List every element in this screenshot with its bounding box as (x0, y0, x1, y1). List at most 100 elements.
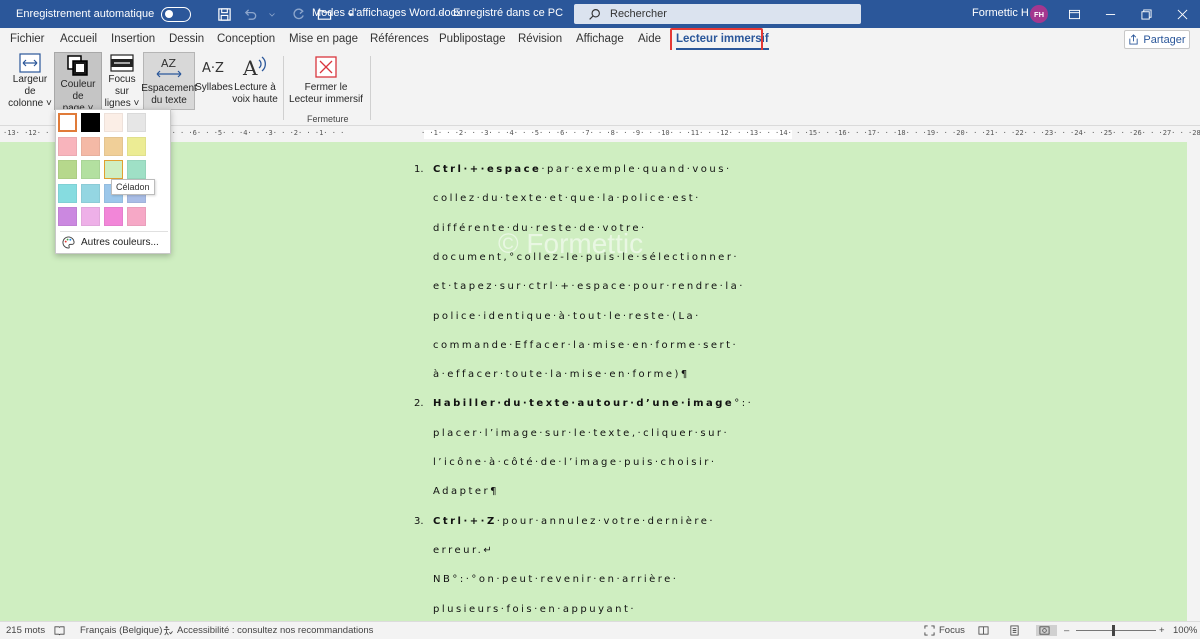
color-swatch[interactable] (81, 160, 100, 179)
close-reader-label-1: Fermer le (304, 82, 348, 93)
color-swatch[interactable] (127, 160, 146, 179)
zoom-slider-track[interactable] (1076, 630, 1156, 631)
proofing-icon[interactable] (54, 625, 69, 636)
line-focus-icon (110, 54, 134, 72)
bold-shortcut: Ctrl·+·espace (433, 164, 542, 175)
syllables-label: Syllabes (195, 82, 233, 93)
tab-fichier[interactable]: Fichier (10, 33, 45, 45)
line-text: document,°collez-le·puis·le·sélectionner… (433, 252, 740, 263)
svg-text:AZ: AZ (161, 57, 177, 70)
ribbon-tabs: Fichier Accueil Insertion Dessin Concept… (0, 28, 1200, 50)
word-count[interactable]: 215 mots (6, 625, 45, 636)
autosave-toggle[interactable] (161, 6, 192, 22)
read-aloud-button[interactable]: A Lecture à voix haute (232, 52, 278, 110)
color-swatch[interactable] (58, 160, 77, 179)
accessibility-status[interactable]: Accessibilité : consultez nos recommanda… (162, 625, 373, 636)
zoom-level[interactable]: 100% (1173, 625, 1197, 636)
document-canvas[interactable]: © Formettic 1. Ctrl·+·espace·par·exemple·… (0, 142, 1187, 621)
color-swatch[interactable] (58, 184, 77, 203)
document-line: commande·Effacer·la·mise·en·forme·sert· (433, 340, 738, 351)
page-color-label-1: Couleur de (60, 79, 96, 102)
color-swatch[interactable] (127, 113, 146, 132)
chevron-down-icon[interactable] (261, 3, 283, 25)
page-color-icon (67, 55, 88, 76)
close-icon[interactable] (1164, 0, 1200, 28)
focus-label: Focus (939, 625, 965, 636)
color-swatch[interactable] (81, 113, 100, 132)
avatar[interactable]: FH (1030, 5, 1048, 23)
line-text: différente·du·reste·de·votre· (433, 223, 647, 234)
undo-icon[interactable] (239, 3, 261, 25)
line-text: °:· (734, 398, 754, 409)
more-colors-button[interactable]: Autres couleurs... (62, 236, 159, 249)
page-color-button[interactable]: Couleur de page ˅ (54, 52, 102, 114)
close-immersive-reader-button[interactable]: Fermer le Lecteur immersif (289, 52, 363, 110)
tab-conception[interactable]: Conception (217, 33, 275, 45)
ribbon-display-options-icon[interactable] (1056, 0, 1092, 28)
color-swatch[interactable] (81, 184, 100, 203)
redo-icon[interactable] (287, 3, 309, 25)
line-text: et·tapez·sur·ctrl·+·espace·pour·rendre·l… (433, 281, 745, 292)
tab-accueil[interactable]: Accueil (60, 33, 97, 45)
tab-insertion[interactable]: Insertion (111, 33, 155, 45)
zoom-in-button[interactable]: + (1159, 625, 1165, 636)
print-layout-icon[interactable] (1009, 625, 1024, 636)
color-swatch[interactable] (104, 137, 123, 156)
list-number: 1. (414, 164, 424, 175)
horizontal-ruler[interactable]: ·13· ·12· · ·11· · ·10· · ·9· · ·8· · ·7… (0, 126, 1200, 142)
document-line: et·tapez·sur·ctrl·+·espace·pour·rendre·l… (433, 281, 745, 292)
share-button[interactable]: Partager (1124, 30, 1190, 49)
text-spacing-button[interactable]: AZ Espacement du texte (141, 52, 197, 110)
zoom-slider-thumb[interactable] (1112, 625, 1115, 636)
document-line: police·identique·à·tout·le·reste·(La· (433, 311, 701, 322)
save-icon[interactable] (213, 3, 235, 25)
document-line: Adapter¶ (433, 486, 499, 497)
syllables-icon: A·Z (202, 61, 224, 76)
read-mode-icon[interactable] (978, 625, 993, 636)
vertical-scrollbar[interactable] (1187, 142, 1200, 621)
autosave[interactable]: Enregistrement automatique (16, 6, 192, 22)
accessibility-label: Accessibilité : consultez nos recommanda… (177, 625, 374, 636)
color-swatch[interactable] (104, 113, 123, 132)
color-swatch[interactable] (127, 207, 146, 226)
user-name[interactable]: Formettic H (972, 7, 1029, 19)
language[interactable]: Français (Belgique) (80, 625, 162, 636)
tab-aide[interactable]: Aide (638, 33, 661, 45)
line-text: placer·l’image·sur·le·texte,·cliquer·sur… (433, 428, 730, 439)
separator-dash: - (440, 7, 444, 19)
zoom-out-button[interactable]: – (1064, 625, 1069, 636)
web-layout-icon[interactable] (1036, 625, 1057, 636)
line-text: Adapter¶ (433, 486, 500, 497)
document-save-state: Enregistré dans ce PC (453, 7, 564, 19)
line-text: l’icône·à·côté·de·l’image·puis·choisir· (433, 457, 717, 468)
tab-affichage[interactable]: Affichage (576, 33, 624, 45)
line-focus-button[interactable]: Focus sur lignes ˅ (101, 52, 143, 110)
search-box[interactable]: Rechercher (574, 4, 861, 24)
tab-publipostage[interactable]: Publipostage (439, 33, 506, 45)
autosave-label: Enregistrement automatique (16, 8, 155, 20)
svg-text:A·Z: A·Z (202, 61, 224, 76)
color-swatch[interactable] (58, 207, 77, 226)
color-swatch[interactable] (81, 207, 100, 226)
tab-revision[interactable]: Révision (518, 33, 562, 45)
tab-references[interactable]: Références (370, 33, 429, 45)
close-reader-label-2: Lecteur immersif (289, 94, 363, 105)
share-label: Partager (1143, 33, 1186, 46)
color-swatch[interactable] (104, 160, 123, 179)
syllables-button[interactable]: A·Z Syllabes (195, 52, 233, 110)
color-swatch[interactable] (127, 137, 146, 156)
color-swatch[interactable] (81, 137, 100, 156)
text-spacing-label-1: Espacement (141, 83, 197, 94)
color-swatch[interactable] (58, 137, 77, 156)
tab-dessin[interactable]: Dessin (169, 33, 204, 45)
color-swatch[interactable] (104, 207, 123, 226)
search-icon (589, 8, 600, 20)
color-swatch[interactable] (58, 113, 77, 132)
tab-mise-en-page[interactable]: Mise en page (289, 33, 358, 45)
column-width-button[interactable]: Largeur de colonne ˅ (6, 52, 54, 110)
restore-icon[interactable] (1128, 0, 1164, 28)
line-text: plusieurs·fois·en·appuyant· (433, 604, 637, 615)
line-text: ·par·exemple·quand·vous· (541, 164, 732, 175)
minimize-icon[interactable] (1092, 0, 1128, 28)
focus-mode[interactable]: Focus (924, 625, 965, 636)
